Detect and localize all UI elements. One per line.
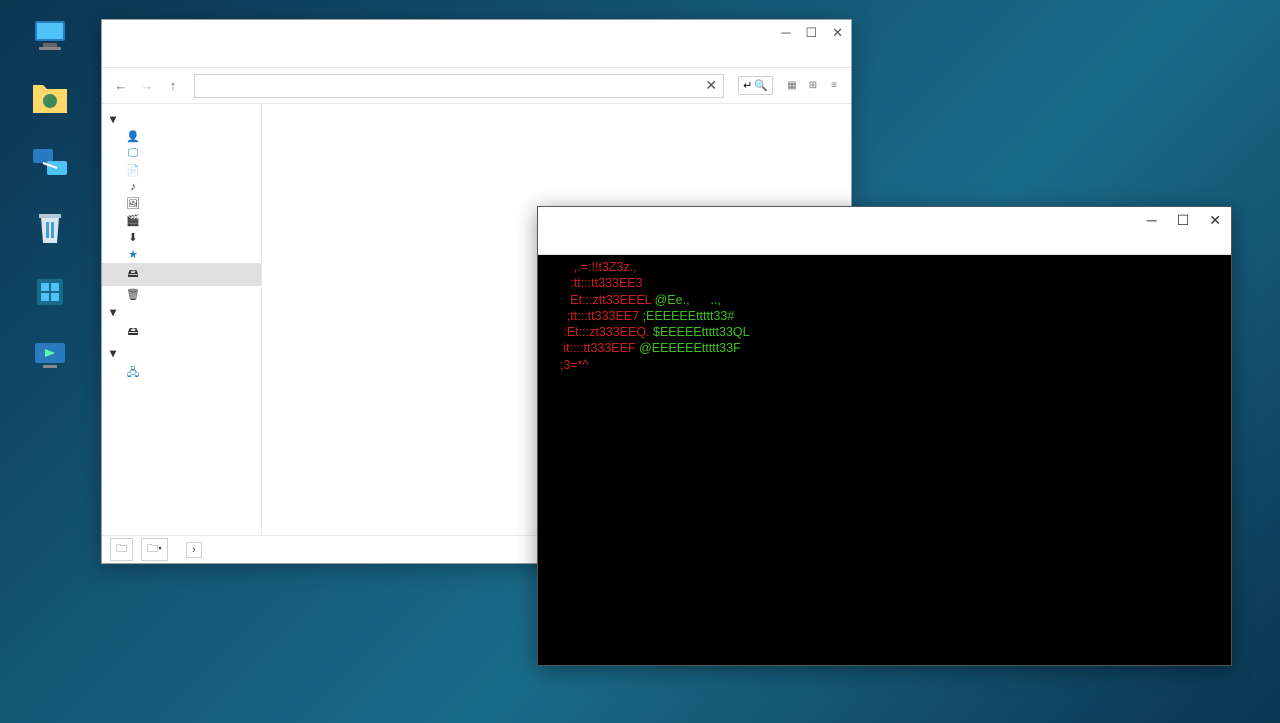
desktop-icon-sysprops[interactable] (10, 330, 90, 386)
sidebar-item-documents[interactable]: 📄 (102, 162, 261, 179)
fm-toolbar: ← → ↑ ✕ ↵🔍 ▦ ⊞ ≡ (102, 68, 851, 104)
status-btn3[interactable]: › (186, 542, 202, 558)
term-body[interactable]: ,.=:!!t3Z3z., :tt:::tt333EE3 Et:::ztt33E… (538, 255, 1231, 665)
sidebar-item-desktop[interactable]: 🖵 (102, 145, 261, 162)
status-btn1[interactable]: 🗀 (110, 538, 133, 561)
sysprops-icon (29, 335, 71, 377)
sidebar-head-computer[interactable]: ▾ (102, 110, 261, 128)
fm-menubar (102, 46, 851, 68)
sidebar-item-trash[interactable]: 🗑 (102, 286, 261, 303)
maximize-button[interactable]: ☐ (1177, 212, 1190, 229)
desktop-icon-computer[interactable] (10, 10, 90, 66)
downloads-icon: ⬇ (126, 231, 140, 244)
pictures-icon: 🖼 (126, 197, 140, 210)
desktop-icon-install[interactable] (10, 266, 90, 322)
maximize-button[interactable]: ☐ (805, 25, 817, 41)
computer-icon (29, 15, 71, 57)
desktop-icons (10, 10, 90, 386)
sidebar-item-music[interactable]: ♪ (102, 179, 261, 195)
desktop-icon-network[interactable] (10, 138, 90, 194)
trash-icon (29, 207, 71, 249)
forward-button[interactable]: → (136, 75, 158, 97)
install-icon (29, 271, 71, 313)
sidebar-item-volume[interactable]: 🖴 (102, 321, 261, 344)
net-icon: 🖧 (126, 364, 140, 383)
recent-icon: ★ (126, 248, 140, 261)
desktop-icon-home[interactable] (10, 74, 90, 130)
address-options[interactable]: ↵🔍 (738, 76, 773, 95)
up-button[interactable]: ↑ (162, 75, 184, 97)
sidebar-head-devices[interactable]: ▾ (102, 303, 261, 321)
sidebar-item-filesystem[interactable]: 🖴 (102, 263, 261, 286)
desktop-icon: 🖵 (126, 147, 140, 160)
trash-icon: 🗑 (126, 288, 140, 301)
view-list-button[interactable]: ≡ (825, 77, 843, 95)
view-compact-button[interactable]: ⊞ (804, 77, 822, 95)
clear-path-icon[interactable]: ✕ (705, 77, 717, 94)
sidebar-item-home[interactable]: 👤 (102, 128, 261, 145)
fm-sidebar: ▾ 👤 🖵 📄 ♪ 🖼 🎬 ⬇ ★ 🖴 🗑 ▾ 🖴 ▾ 🖧 (102, 104, 262, 535)
fm-titlebar[interactable]: ─ ☐ ✕ (102, 20, 851, 46)
term-menubar (538, 233, 1231, 255)
minimize-button[interactable]: ─ (781, 25, 790, 41)
path-input[interactable]: ✕ (194, 74, 724, 98)
close-button[interactable]: ✕ (1209, 212, 1221, 229)
view-icons-button[interactable]: ▦ (783, 77, 801, 95)
sidebar-item-downloads[interactable]: ⬇ (102, 229, 261, 246)
back-button[interactable]: ← (110, 75, 132, 97)
sidebar-head-network[interactable]: ▾ (102, 344, 261, 362)
home-folder-icon (29, 79, 71, 121)
terminal-window: ─ ☐ ✕ ,.=:!!t3Z3z., :tt:::tt333EE3 Et:::… (537, 206, 1232, 666)
home-icon: 👤 (126, 130, 140, 143)
term-titlebar[interactable]: ─ ☐ ✕ (538, 207, 1231, 233)
music-icon: ♪ (126, 181, 140, 193)
doc-icon: 📄 (126, 164, 140, 177)
sidebar-item-network[interactable]: 🖧 (102, 362, 261, 385)
network-icon (29, 143, 71, 185)
minimize-button[interactable]: ─ (1147, 212, 1157, 229)
fs-icon: 🖴 (126, 265, 140, 284)
disk-icon: 🖴 (126, 323, 140, 342)
close-button[interactable]: ✕ (832, 25, 843, 41)
sidebar-item-recent[interactable]: ★ (102, 246, 261, 263)
sidebar-item-videos[interactable]: 🎬 (102, 212, 261, 229)
ascii-logo: ,.=:!!t3Z3z., :tt:::tt333EE3 Et:::ztt33E… (546, 259, 846, 373)
status-btn2[interactable]: 🗀▾ (141, 538, 168, 561)
sidebar-item-pictures[interactable]: 🖼 (102, 195, 261, 212)
desktop-icon-trash[interactable] (10, 202, 90, 258)
videos-icon: 🎬 (126, 214, 140, 227)
